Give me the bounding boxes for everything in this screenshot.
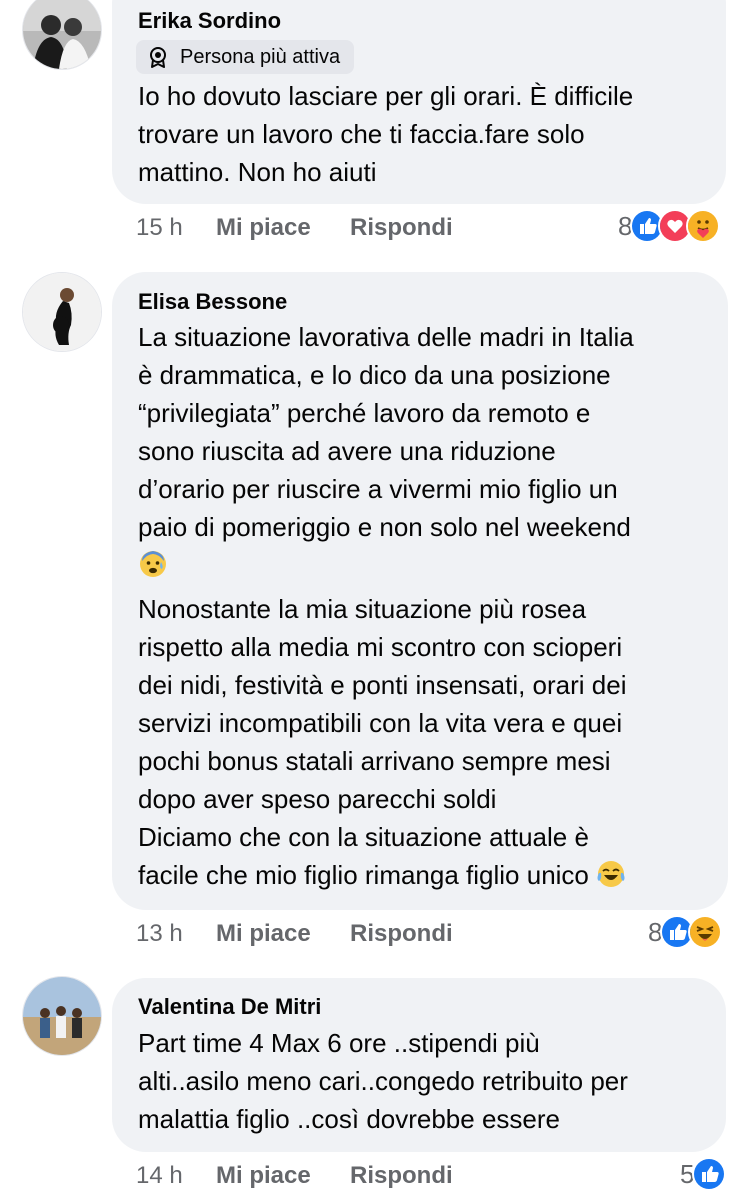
reaction-summary[interactable]: 8 bbox=[648, 915, 723, 949]
comment-text-line: Io ho dovuto lasciare per gli orari. È d… bbox=[138, 81, 634, 111]
avatar[interactable] bbox=[22, 272, 102, 352]
comment-text-line: Diciamo che con la situazione attuale è bbox=[138, 822, 589, 852]
avatar-photo-icon bbox=[23, 273, 101, 351]
like-button[interactable]: Mi piace bbox=[216, 920, 350, 948]
comment-text-line-with-emoji: facile che mio figlio rimanga figlio uni… bbox=[138, 856, 626, 894]
comment-text-line: d’orario per riuscire a vivermi mio figl… bbox=[138, 474, 618, 504]
author-name[interactable]: Elisa Bessone bbox=[138, 289, 287, 315]
author-name[interactable]: Erika Sordino bbox=[138, 8, 281, 34]
comment-text-line: La situazione lavorativa delle madri in … bbox=[138, 322, 634, 352]
award-badge-icon bbox=[150, 47, 166, 68]
reply-button[interactable]: Rispondi bbox=[350, 1162, 453, 1190]
top-fan-badge[interactable]: Persona più attiva bbox=[136, 40, 355, 74]
author-name[interactable]: Valentina De Mitri bbox=[138, 994, 321, 1020]
comment-actions: 14 h Mi piace Rispondi bbox=[136, 1162, 453, 1190]
timestamp[interactable]: 15 h bbox=[136, 214, 216, 242]
comment-text-line: è drammatica, e lo dico da una posizione bbox=[138, 360, 611, 390]
comment-text: facile che mio figlio rimanga figlio uni… bbox=[138, 860, 589, 890]
comment-actions: 13 h Mi piace Rispondi bbox=[136, 920, 453, 948]
like-button[interactable]: Mi piace bbox=[216, 214, 350, 242]
avatar[interactable] bbox=[22, 976, 102, 1056]
reply-button[interactable]: Rispondi bbox=[350, 920, 453, 948]
comment-text-line: “privilegiata” perché lavoro da remoto e bbox=[138, 398, 591, 428]
comment-text-line: rispetto alla media mi scontro con sciop… bbox=[138, 632, 623, 662]
comment-text-line: mattino. Non ho aiuti bbox=[138, 157, 377, 187]
comment-text-line: servizi incompatibili con la vita vera e… bbox=[138, 708, 623, 738]
comment-text-line: alti..asilo meno cari..congedo retribuit… bbox=[138, 1066, 628, 1096]
reaction-summary[interactable]: 5 bbox=[680, 1157, 727, 1191]
comment-actions: 15 h Mi piace Rispondi bbox=[136, 214, 453, 242]
care-icon bbox=[686, 209, 721, 243]
avatar[interactable] bbox=[22, 0, 102, 70]
haha-icon bbox=[688, 915, 723, 949]
comment-text-line: trovare un lavoro che ti faccia.fare sol… bbox=[138, 119, 585, 149]
timestamp[interactable]: 13 h bbox=[136, 920, 216, 948]
like-icon bbox=[692, 1157, 727, 1191]
comment-text-line: pochi bonus statali arrivano sempre mesi bbox=[138, 746, 611, 776]
comment-text-line: malattia figlio ..così dovrebbe essere bbox=[138, 1104, 560, 1134]
timestamp[interactable]: 14 h bbox=[136, 1162, 216, 1190]
comment-emoji-line bbox=[138, 546, 168, 584]
comment-text-line: sono riuscita ad avere una riduzione bbox=[138, 436, 556, 466]
comment-text-line: Part time 4 Max 6 ore ..stipendi più bbox=[138, 1028, 540, 1058]
avatar-photo-icon bbox=[23, 0, 101, 69]
comment-text-line: dei nidi, festività e ponti insensati, o… bbox=[138, 670, 627, 700]
tears-of-joy-emoji-icon bbox=[597, 861, 625, 887]
comment-text-line: Nonostante la mia situazione più rosea bbox=[138, 594, 587, 624]
avatar-photo-icon bbox=[23, 977, 101, 1055]
comment-text-line: dopo aver speso parecchi soldi bbox=[138, 784, 497, 814]
reaction-summary[interactable]: 8 bbox=[618, 209, 721, 243]
comment-text-line: paio di pomeriggio e non solo nel weeken… bbox=[138, 512, 631, 542]
badge-label: Persona più attiva bbox=[180, 45, 341, 68]
anxious-face-emoji-icon bbox=[140, 551, 166, 577]
like-button[interactable]: Mi piace bbox=[216, 1162, 350, 1190]
reply-button[interactable]: Rispondi bbox=[350, 214, 453, 242]
